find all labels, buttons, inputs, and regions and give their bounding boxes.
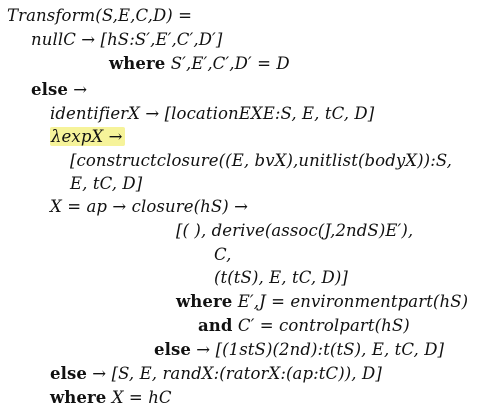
inner-else-expression: → [(1stS)(2nd):t(tS), E, tC, D] xyxy=(190,340,445,359)
keyword-where: where xyxy=(109,54,166,73)
control-expression: C′ = controlpart(hS) xyxy=(232,316,410,335)
construct-closure-continuation: E, tC, D] xyxy=(70,174,143,193)
keyword-where: where xyxy=(50,388,107,407)
document-page: Transform(S,E,C,D) = nullC → [hS:S′,E′,C… xyxy=(0,0,504,420)
outer-else-line: else → [S, E, randX:(ratorX:(ap:tC)), D] xyxy=(50,364,382,384)
final-where-expression: X = hC xyxy=(106,388,172,407)
highlighted-lambda-text: λexpX → xyxy=(50,127,125,146)
environment-expression: E′,J = environmentpart(hS) xyxy=(232,292,469,311)
where-clause-line: where S′,E′,C′,D′ = D xyxy=(109,54,290,74)
control-and-line: and C′ = controlpart(hS) xyxy=(198,316,410,336)
dump-line: (t(tS), E, tC, D)] xyxy=(214,268,348,287)
application-case-line: X = ap → closure(hS) → xyxy=(50,197,249,216)
environment-where-line: where E′,J = environmentpart(hS) xyxy=(176,292,468,312)
construct-closure-line: [constructclosure((E, bvX),unitlist(body… xyxy=(70,151,453,170)
else-arrow: → xyxy=(67,80,88,99)
keyword-where: where xyxy=(176,292,233,311)
outer-else-expression: → [S, E, randX:(ratorX:(ap:tC)), D] xyxy=(86,364,382,383)
inner-else-line: else → [(1stS)(2nd):t(tS), E, tC, D] xyxy=(154,340,444,360)
else-line: else → xyxy=(31,80,87,100)
lambda-case-line: λexpX → xyxy=(50,127,125,147)
keyword-else: else xyxy=(31,80,68,99)
keyword-and: and xyxy=(198,316,233,335)
where-clause-expression: S′,E′,C′,D′ = D xyxy=(165,54,290,73)
final-where-line: where X = hC xyxy=(50,388,172,408)
null-case-line: nullC → [hS:S′,E′,C′,D′] xyxy=(31,30,223,49)
identifier-case-line: identifierX → [locationEXE:S, E, tC, D] xyxy=(50,104,375,123)
derive-line: [( ), derive(assoc(J,2ndS)E′), xyxy=(176,221,414,240)
function-heading: Transform(S,E,C,D) = xyxy=(7,6,193,25)
keyword-else: else xyxy=(154,340,191,359)
control-line: C, xyxy=(214,245,232,264)
keyword-else: else xyxy=(50,364,87,383)
